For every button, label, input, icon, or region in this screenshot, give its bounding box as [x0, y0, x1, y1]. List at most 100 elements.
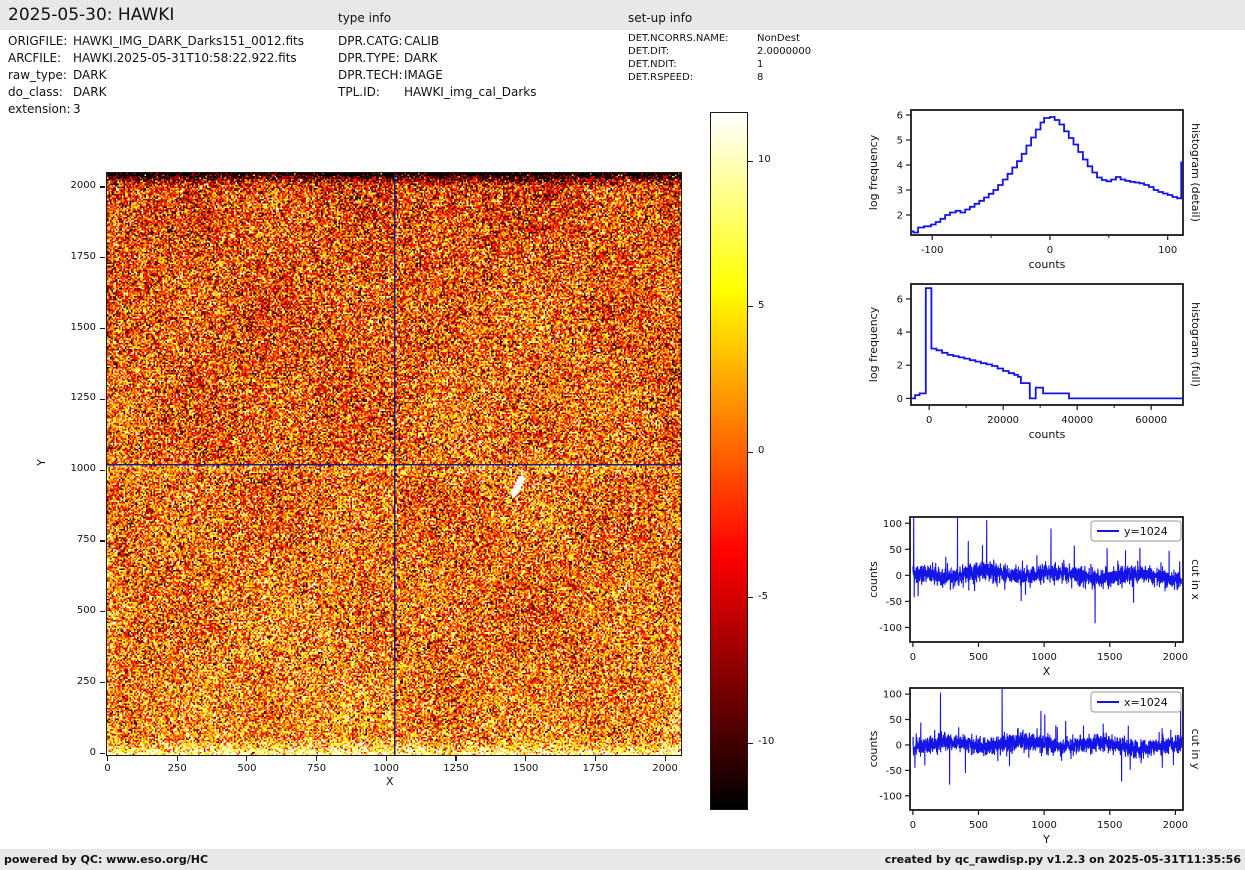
header-bar — [0, 0, 1245, 30]
y-tick — [100, 540, 105, 542]
colorbar-tick-label: 5 — [758, 299, 765, 311]
right-side-label: histogram (full) — [1189, 302, 1202, 387]
extension-value: 3 — [73, 102, 81, 116]
colorbar-tick-label: -10 — [758, 736, 775, 748]
x-tick — [525, 755, 527, 761]
colorbar-tick-label: 10 — [758, 154, 771, 166]
y-axis-label: log frequency — [867, 134, 880, 210]
origfile-value: HAWKI_IMG_DARK_Darks151_0012.fits — [73, 34, 304, 48]
footer-created-by: created by qc_rawdisp.py v1.2.3 on 2025-… — [884, 853, 1241, 866]
det-ncorrs-label: DET.NCORRS.NAME: — [628, 33, 729, 44]
x-tick-label: 0 — [910, 820, 916, 831]
x-tick-label: 500 — [969, 820, 988, 831]
colorbar-tick — [748, 742, 753, 744]
y-tick — [100, 257, 105, 259]
x-tick-label: 40000 — [1061, 415, 1093, 426]
y-tick-label: 1000 — [70, 463, 96, 475]
raw-image-heatmap — [107, 173, 681, 755]
colorbar-tick — [748, 306, 753, 308]
y-tick — [100, 752, 105, 755]
right-side-label: cut in x — [1189, 559, 1202, 600]
origfile-label: ORIGFILE: — [8, 34, 68, 48]
x-tick — [246, 755, 248, 761]
tpl-id-value: HAWKI_img_cal_Darks — [404, 85, 537, 99]
histogram-detail-plot: -100 0 100 2 3 4 5 6 counts log frequency histogra… — [867, 109, 1202, 271]
y-tick-label: 1500 — [70, 321, 96, 333]
det-ncorrs-value: NonDest — [757, 33, 800, 44]
x-tick-label: 100 — [1158, 245, 1177, 256]
y-tick-label: 2000 — [70, 180, 96, 192]
x-tick — [455, 755, 457, 761]
colorbar-tick — [748, 451, 753, 453]
extension-label: extension: — [8, 102, 71, 116]
y-tick-label: 3 — [897, 186, 903, 197]
dpr-catg-value: CALIB — [404, 34, 440, 48]
x-tick-label: 1000 — [1031, 820, 1056, 831]
y-tick-label: 2 — [897, 211, 903, 222]
y-tick — [100, 469, 105, 471]
y-tick-label: -50 — [886, 597, 902, 608]
y-tick — [100, 611, 105, 613]
x-tick-label: 2000 — [1163, 820, 1188, 831]
right-side-label: histogram (detail) — [1189, 123, 1202, 222]
y-axis-label: Y — [34, 459, 48, 466]
y-tick-label: -50 — [886, 766, 902, 777]
dpr-tech-label: DPR.TECH: — [338, 68, 403, 82]
x-tick-label: 20000 — [987, 415, 1019, 426]
x-tick — [664, 755, 666, 761]
raw-image-axes — [106, 172, 682, 756]
x-tick-label: 2000 — [652, 763, 678, 774]
histogram-line — [911, 116, 1183, 234]
x-tick-label: 1250 — [443, 763, 469, 774]
x-tick-label: 1500 — [1097, 652, 1122, 663]
x-tick-label: 500 — [969, 652, 988, 663]
y-axis-label: log frequency — [867, 306, 880, 382]
det-rspeed-label: DET.RSPEED: — [628, 72, 694, 83]
y-tick — [100, 328, 105, 330]
x-axis-label: X — [386, 775, 394, 788]
arcfile-label: ARCFILE: — [8, 51, 62, 65]
cut-in-y-plot: 0 500 1000 1500 2000 -100 -50 0 50 100 Ycounts cut … — [867, 687, 1202, 846]
plot-frame — [910, 109, 1184, 236]
y-tick-label: 500 — [76, 604, 96, 616]
x-tick-label: 0 — [910, 652, 916, 663]
x-tick-label: 1000 — [373, 763, 400, 774]
y-tick-label: 100 — [883, 690, 902, 701]
x-tick-label: 0 — [926, 415, 932, 426]
y-tick-label: 250 — [76, 675, 96, 687]
x-tick-label: 0 — [1047, 245, 1053, 256]
histogram-line — [911, 287, 1183, 400]
y-axis-label: counts — [867, 561, 880, 598]
det-dit-value: 2.0000000 — [757, 46, 812, 57]
arcfile-value: HAWKI.2025-05-31T10:58:22.922.fits — [73, 51, 297, 65]
y-tick — [100, 682, 105, 684]
dpr-type-label: DPR.TYPE: — [338, 51, 400, 65]
x-tick-label: 0 — [104, 763, 111, 774]
colorbar-tick — [748, 597, 753, 599]
rawtype-label: raw_type: — [8, 68, 67, 82]
x-tick — [594, 755, 596, 761]
y-tick-label: 750 — [76, 534, 96, 546]
x-tick-label: 1000 — [1031, 652, 1056, 663]
x-tick-label: 500 — [237, 763, 257, 774]
y-tick-label: 1250 — [70, 392, 96, 404]
y-tick-label: 6 — [897, 294, 903, 305]
y-tick-label: 0 — [896, 740, 902, 751]
setup-info-header: set-up info — [628, 11, 693, 25]
doclass-value: DARK — [73, 85, 107, 99]
page-title: 2025-05-30: HAWKI — [8, 5, 175, 25]
y-tick-label: 0 — [89, 746, 96, 758]
qc-report-page: { "header": { "title": "2025-05-30: HAWK… — [0, 0, 1245, 870]
x-tick-label: 1500 — [512, 763, 539, 774]
x-tick-label: 750 — [307, 763, 327, 774]
footer-powered-by: powered by QC: www.eso.org/HC — [4, 853, 209, 866]
det-rspeed-value: 8 — [757, 72, 764, 83]
tpl-id-label: TPL.ID: — [338, 85, 380, 99]
y-tick-label: 50 — [889, 545, 902, 556]
y-tick-label: 100 — [883, 519, 902, 530]
x-axis-label: counts — [1029, 258, 1066, 271]
x-tick — [176, 755, 178, 761]
det-dit-label: DET.DIT: — [628, 46, 670, 57]
rawtype-value: DARK — [73, 68, 107, 82]
colorbar-tick — [748, 160, 753, 163]
